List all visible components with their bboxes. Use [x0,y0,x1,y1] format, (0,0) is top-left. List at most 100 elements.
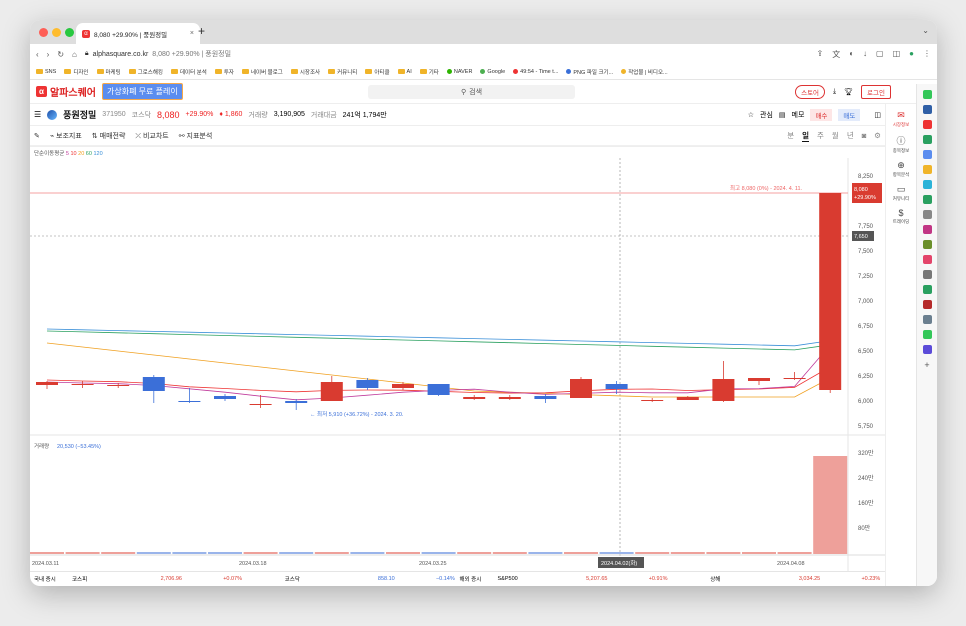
candle[interactable] [320,376,343,401]
close-tab-icon[interactable]: × [190,30,194,37]
trade-strategy-button[interactable]: ⇅ 매매전략 [92,131,126,141]
indicator-analysis-button[interactable]: ⚯ 지표분석 [179,131,213,141]
menu-icon[interactable]: ⋮ [923,49,931,60]
period-option[interactable]: 분 [787,130,794,141]
draw-pen-icon[interactable]: ✎ [34,132,40,140]
browser-extension-icon[interactable] [922,165,932,174]
candle[interactable] [534,394,557,403]
candle[interactable] [712,361,735,402]
sidepanel-icon[interactable]: ◫ [893,49,901,60]
add-extension-icon[interactable]: + [917,360,937,370]
candle[interactable] [783,372,806,380]
candle[interactable] [142,375,165,403]
bookmark-item[interactable]: 커뮤니티 [328,68,357,76]
browser-extension-icon[interactable] [922,210,932,219]
buy-button[interactable]: 매수 [810,108,833,121]
period-option[interactable]: 년 [847,130,854,141]
bookmark-item[interactable]: 디자인 [64,68,89,76]
bookmark-item[interactable]: 마케팅 [96,68,121,76]
sidebar-item[interactable]: $ 트레이딩 [886,208,916,225]
browser-extension-icon[interactable] [922,270,932,279]
sidebar-item[interactable]: ⊕ 항목분석 [886,160,916,178]
compare-chart-button[interactable]: ⤫ 비교차트 [135,131,168,141]
url-field[interactable]: 🔒︎ alphasquare.co.kr 8,080 +29.90% | 풍원정… [84,46,809,62]
browser-extension-icon[interactable] [922,345,932,354]
sidebar-item[interactable]: ▭ 커뮤니티 [886,184,916,202]
watch-label[interactable]: 관심 [760,110,773,120]
edit-icon[interactable]: ☰ [34,110,41,119]
period-option[interactable]: 월 [832,130,839,141]
sidebar-item[interactable]: ⓘ 종목정보 [886,134,916,154]
bookmark-item[interactable]: 49:54 - Time t... [513,69,558,75]
price-chart[interactable]: 8,250 7,750 7,500 7,250 7,000 6,750 6,500 6,250… [30,158,885,571]
candle[interactable] [214,394,236,401]
translate-icon[interactable]: 文 [832,49,840,60]
browser-extension-icon[interactable] [922,135,932,144]
share-icon[interactable]: ⇪ [816,49,823,60]
tab-search-icon[interactable]: ▢ [876,49,884,60]
memo-icon[interactable]: ▤ [779,111,786,119]
candle[interactable] [71,381,94,388]
search-box[interactable]: ⚲ 검색 [368,85,575,99]
ticker-item[interactable]: 코스닥 858.10 −0.14% [247,575,460,583]
tab-list-chevron-icon[interactable]: ⌄ [922,26,929,35]
promo-banner[interactable]: 가상화폐 무료 플레이 [102,83,183,100]
candle[interactable] [427,384,450,396]
candle[interactable] [748,378,770,385]
home-icon[interactable]: ⌂ [72,50,77,59]
bookmark-item[interactable]: 네이버 블로그 [241,68,283,76]
candle[interactable] [285,399,308,410]
period-option[interactable]: 일 [802,130,810,142]
download-app-icon[interactable]: ⤓ [833,88,836,96]
back-icon[interactable]: ‹ [36,50,39,59]
memo-label[interactable]: 메모 [792,110,805,120]
new-tab-button[interactable]: + [198,24,205,38]
browser-extension-icon[interactable] [922,315,932,324]
browser-extension-icon[interactable] [922,330,932,339]
ticker-item[interactable]: 상해 3,034.25 +0.23% [672,575,885,583]
bookmark-item[interactable]: 기타 [419,68,439,76]
ticker-item[interactable]: 국내 증시 코스피 2,706.96 +0.07% [34,575,247,583]
candle[interactable] [498,395,521,400]
candle[interactable] [178,388,201,403]
login-button[interactable]: 로그인 [861,84,891,99]
bookmark-item[interactable]: AI [397,69,412,75]
period-option[interactable]: 주 [817,130,824,141]
sell-button[interactable]: 매도 [838,108,861,121]
candle[interactable] [463,395,486,400]
bookmark-item[interactable]: 그로스해킹 [128,68,163,76]
candle[interactable] [570,377,592,398]
trophy-icon[interactable]: 🏆︎ [844,88,853,96]
bookmark-item[interactable]: 작업물 | 비디오... [621,68,668,76]
bookmark-item[interactable]: 데이터 분석 [171,68,207,76]
candle[interactable] [819,193,842,393]
bookmark-item[interactable]: 시장조사 [290,68,320,76]
browser-extension-icon[interactable] [922,90,932,99]
browser-extension-icon[interactable] [922,240,932,249]
browser-extension-icon[interactable] [922,255,932,264]
browser-extension-icon[interactable] [922,225,932,234]
brand-logo[interactable]: α 알파스퀘어 [36,84,96,99]
bookmark-item[interactable]: SNS [36,69,56,75]
browser-tab[interactable]: α 8,080 +29.90% | 풍원정밀 × [76,23,200,44]
chart-area[interactable]: 단순이동평균 5 10 20 60 120 8,250 7,750 7,500 7,2… [30,146,885,571]
browser-extension-icon[interactable] [922,300,932,309]
candle[interactable] [36,381,58,389]
bookmark-item[interactable]: PNG 파일 크기... [566,68,613,76]
ticker-item[interactable]: 해외 증시 S&P500 5,207.65 +0.91% [460,575,673,583]
browser-extension-icon[interactable] [922,285,932,294]
close-window-button[interactable] [39,28,48,37]
minimize-window-button[interactable] [52,28,61,37]
candle[interactable] [392,382,414,390]
bookmark-item[interactable]: 아티클 [365,68,390,76]
star-icon[interactable]: ☆ [748,111,754,119]
aux-indicator-button[interactable]: ⌁ 보조지표 [50,131,82,141]
browser-extension-icon[interactable] [922,150,932,159]
download-icon[interactable]: ↓ [863,49,867,60]
sidebar-item[interactable]: ✉ 시장정보 [886,110,916,128]
bookmark-item[interactable]: NAVER [446,69,472,75]
store-button[interactable]: 스토어 [795,84,826,99]
browser-extension-icon[interactable] [922,180,932,189]
settings-gear-icon[interactable]: ⚙ [874,131,881,140]
bookmark-item[interactable]: 투자 [214,68,234,76]
